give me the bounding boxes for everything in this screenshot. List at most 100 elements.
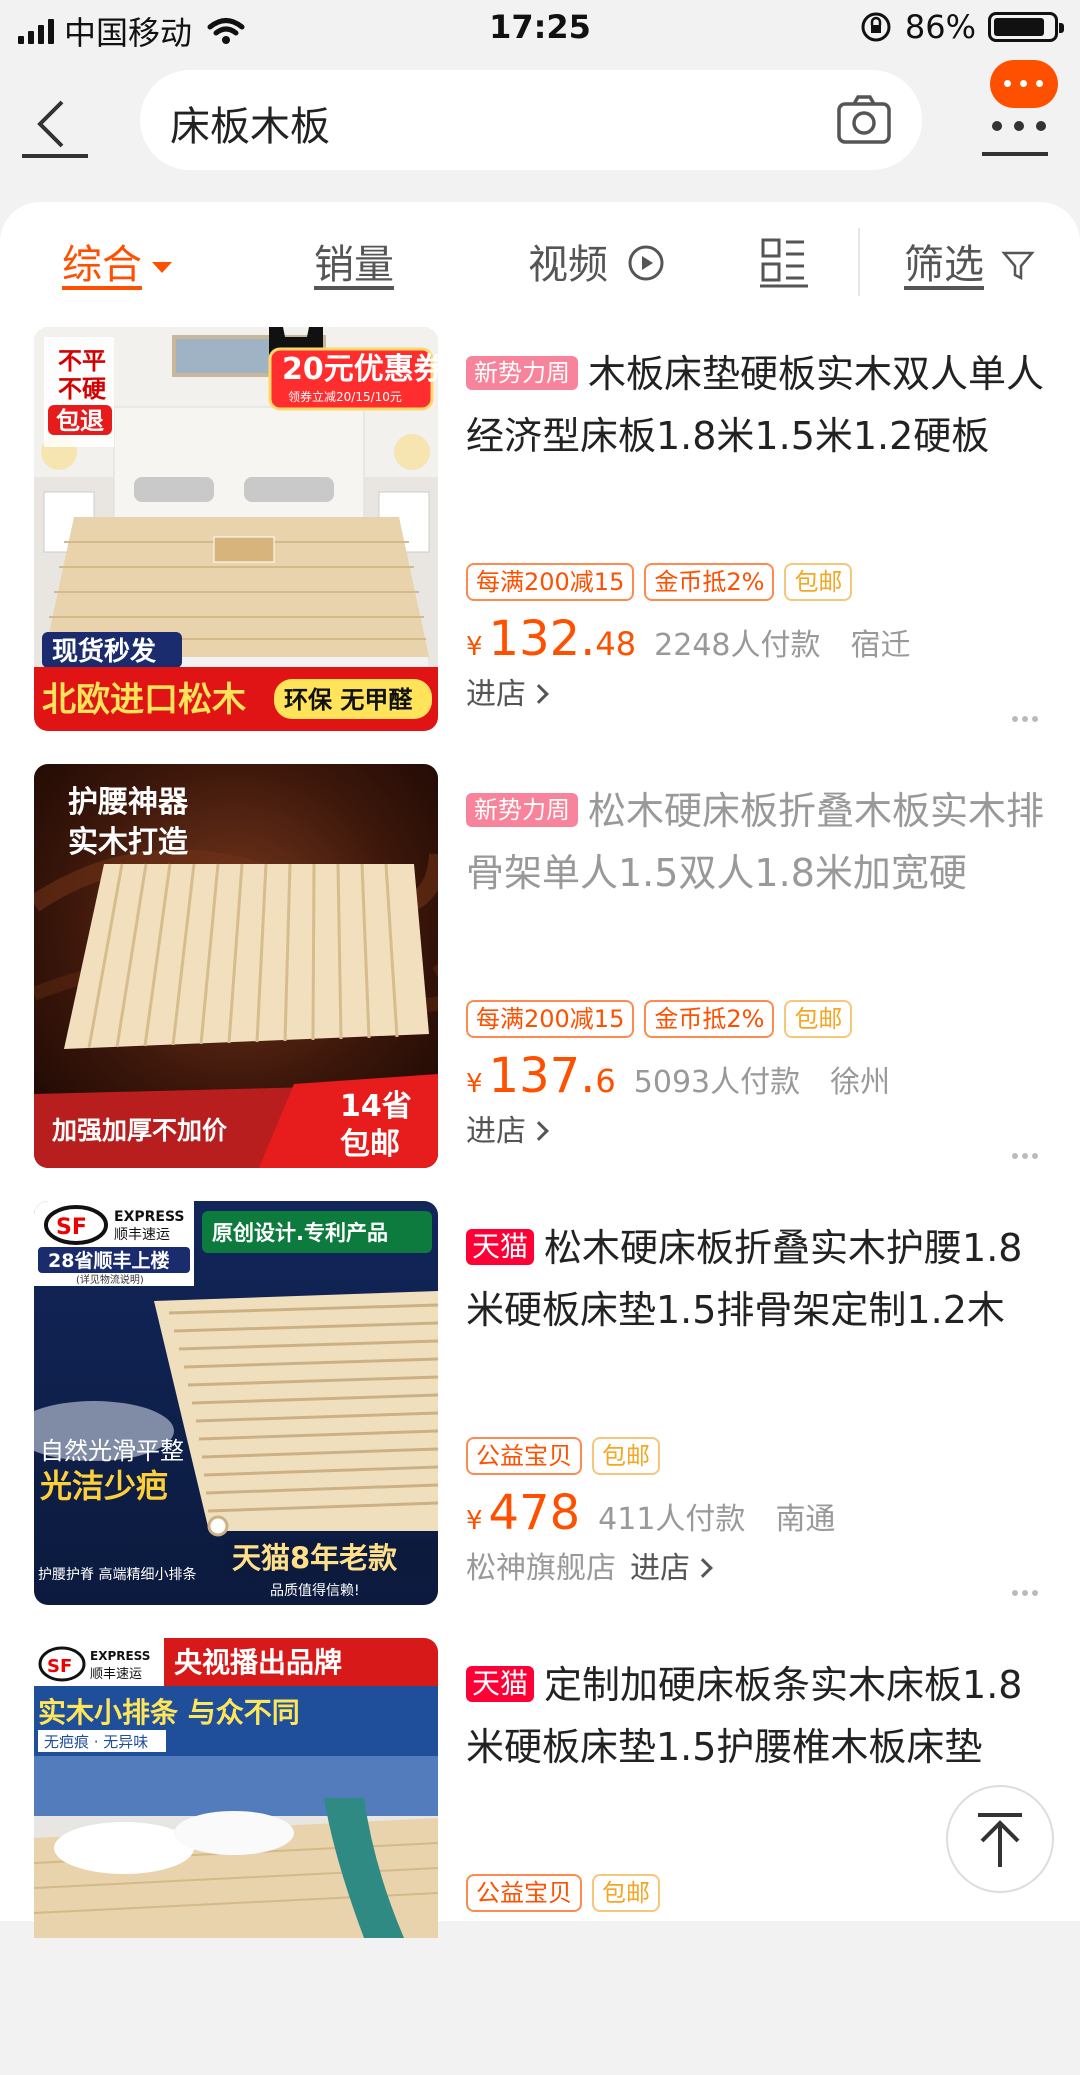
mid-text-1: 自然光滑平整 bbox=[40, 1437, 184, 1465]
currency-symbol: ¥ bbox=[466, 1506, 483, 1536]
more-options-icon[interactable] bbox=[1008, 1581, 1038, 1600]
price-decimal: 48 bbox=[595, 625, 637, 663]
price-integer: 478 bbox=[488, 1485, 581, 1541]
location: 宿迁 bbox=[850, 628, 911, 663]
coupon-sub: 领券立减20/15/10元 bbox=[288, 389, 402, 404]
camera-icon[interactable] bbox=[836, 92, 892, 148]
sort-tabs: 综合 销量 视频 筛选 bbox=[0, 202, 1080, 322]
promo-tag: 金币抵2% bbox=[644, 563, 775, 601]
sf-cn: 顺丰速运 bbox=[114, 1227, 170, 1243]
badge-text-1: 不平 bbox=[58, 347, 106, 375]
sf-logo: SF bbox=[47, 1656, 72, 1677]
shop-link[interactable]: 进店 bbox=[466, 1106, 549, 1150]
product-card[interactable]: SF EXPRESS 顺丰速运 央视播出品牌 实木小排条 与众不同 无疤痕 · … bbox=[0, 1638, 1080, 2075]
orientation-lock-icon bbox=[861, 12, 891, 42]
price-integer: 132. bbox=[488, 611, 596, 667]
chevron-right-icon bbox=[529, 1121, 549, 1141]
sf-express: EXPRESS bbox=[90, 1649, 150, 1663]
bottom-banner: 北欧进口松木 bbox=[42, 680, 246, 720]
sf-express: EXPRESS bbox=[114, 1209, 185, 1225]
badge-text-2: 不硬 bbox=[58, 375, 107, 403]
headline-2: 实木打造 bbox=[68, 825, 188, 860]
product-card[interactable]: SF EXPRESS 顺丰速运 28省顺丰上楼 (详见物流说明) 原创设计.专利… bbox=[0, 1201, 1080, 1638]
more-options-icon[interactable] bbox=[1008, 707, 1038, 726]
sold-count: 411人付款 bbox=[598, 1502, 746, 1537]
message-badge bbox=[990, 60, 1058, 108]
search-query[interactable]: 床板木板 bbox=[170, 94, 330, 152]
product-title[interactable]: 新势力周 松木硬床板折叠木板实木排骨架单人1.5双人1.8米加宽硬 bbox=[466, 780, 1056, 904]
blue-banner: 实木小排条 与众不同 bbox=[38, 1696, 300, 1729]
results-panel: 综合 销量 视频 筛选 20元优惠券 领券立减20/15/10元 不平 不硬 包… bbox=[0, 202, 1080, 1938]
sold-count: 5093人付款 bbox=[633, 1065, 801, 1100]
corner-text-2: 包邮 bbox=[340, 1127, 400, 1162]
status-bar: 中国移动 17:25 86% bbox=[0, 0, 1080, 60]
promo-tag: 每满200减15 bbox=[466, 563, 635, 601]
free-shipping-tag: 包邮 bbox=[784, 563, 853, 601]
headline-1: 护腰神器 bbox=[68, 785, 189, 820]
to-top-arrow-icon bbox=[978, 1813, 1022, 1867]
red-banner: 央视播出品牌 bbox=[174, 1646, 342, 1679]
search-bar[interactable]: 床板木板 bbox=[140, 70, 922, 170]
more-menu-button[interactable] bbox=[978, 60, 1058, 160]
product-title[interactable]: 天猫 松木硬床板折叠实木护腰1.8米硬板床垫1.5排骨架定制1.2木 bbox=[466, 1217, 1056, 1341]
mid-text-2: 光洁少疤 bbox=[40, 1467, 168, 1505]
chevron-right-icon bbox=[529, 684, 549, 704]
back-arrow-icon[interactable] bbox=[18, 88, 93, 163]
tab-filter[interactable]: 筛选 bbox=[904, 232, 1035, 290]
play-circle-icon bbox=[628, 245, 664, 281]
sf-note: (详见物流说明) bbox=[76, 1273, 144, 1286]
sf-logo: SF bbox=[56, 1215, 87, 1240]
product-image[interactable]: 20元优惠券 领券立减20/15/10元 不平 不硬 包退 现货秒发 北欧进口松… bbox=[34, 327, 438, 731]
top-right-banner: 原创设计.专利产品 bbox=[212, 1221, 388, 1245]
stock-badge: 现货秒发 bbox=[52, 636, 156, 667]
currency-symbol: ¥ bbox=[466, 632, 483, 662]
back-to-top-button[interactable] bbox=[946, 1785, 1054, 1893]
corner-text-1: 14省 bbox=[340, 1089, 412, 1124]
shop-link[interactable]: 进店 bbox=[466, 669, 549, 713]
bottom-left: 护腰护脊 高端精细小排条 bbox=[38, 1566, 196, 1583]
charity-tag: 公益宝贝 bbox=[466, 1874, 582, 1912]
sub-banner: 无疤痕 · 无异味 bbox=[44, 1733, 148, 1751]
free-shipping-tag: 包邮 bbox=[592, 1874, 660, 1912]
new-trend-tag: 新势力周 bbox=[466, 792, 578, 827]
location: 徐州 bbox=[830, 1065, 891, 1100]
promo-tags: 每满200减15 金币抵2% 包邮 bbox=[466, 1000, 853, 1038]
shop-name: 松神旗舰店 bbox=[466, 1551, 616, 1586]
location: 南通 bbox=[775, 1502, 836, 1537]
promo-tag: 金币抵2% bbox=[644, 1000, 775, 1038]
promo-tags: 公益宝贝 包邮 bbox=[466, 1874, 660, 1912]
product-title[interactable]: 天猫 定制加硬床板条实木床板1.8米硬板床垫1.5护腰椎木板床垫 bbox=[466, 1654, 1056, 1778]
price-integer: 137. bbox=[488, 1048, 596, 1104]
product-card[interactable]: 护腰神器 实木打造 加强加厚不加价 14省 包邮 新势力周 松木硬床板折叠木板实… bbox=[0, 764, 1080, 1201]
promo-tags: 每满200减15 金币抵2% 包邮 bbox=[466, 563, 853, 601]
battery-icon bbox=[988, 12, 1064, 42]
list-grid-icon[interactable] bbox=[760, 236, 808, 288]
promo-tag: 每满200减15 bbox=[466, 1000, 635, 1038]
sold-count: 2248人付款 bbox=[654, 628, 821, 663]
product-card[interactable]: 20元优惠券 领券立减20/15/10元 不平 不硬 包退 现货秒发 北欧进口松… bbox=[0, 327, 1080, 764]
more-dots-icon bbox=[992, 116, 1058, 135]
battery-percent: 86% bbox=[904, 8, 976, 46]
more-options-icon[interactable] bbox=[1008, 1144, 1038, 1163]
bottom-tag: 天猫8年老款 bbox=[232, 1541, 398, 1575]
new-trend-tag: 新势力周 bbox=[466, 355, 578, 390]
free-shipping-tag: 包邮 bbox=[592, 1437, 660, 1475]
shop-link[interactable]: 松神旗舰店 进店 bbox=[466, 1543, 713, 1587]
bottom-small: 品质值得信赖! bbox=[270, 1582, 360, 1599]
product-image[interactable]: 护腰神器 实木打造 加强加厚不加价 14省 包邮 bbox=[34, 764, 438, 1168]
filter-funnel-icon bbox=[1001, 251, 1035, 281]
tmall-tag: 天猫 bbox=[466, 1665, 535, 1702]
dropdown-triangle-icon bbox=[152, 261, 172, 273]
bottom-banner: 加强加厚不加价 bbox=[51, 1116, 228, 1145]
free-shipping-tag: 包邮 bbox=[784, 1000, 853, 1038]
tab-sales[interactable]: 销量 bbox=[314, 232, 394, 290]
price-decimal: 6 bbox=[595, 1062, 616, 1100]
product-title[interactable]: 新势力周 木板床垫硬板实木双人单人经济型床板1.8米1.5米1.2硬板 bbox=[466, 343, 1056, 467]
coupon-main: 20元优惠券 bbox=[282, 352, 438, 387]
chevron-right-icon bbox=[693, 1558, 713, 1578]
tab-comprehensive[interactable]: 综合 bbox=[62, 232, 172, 290]
product-image[interactable]: SF EXPRESS 顺丰速运 央视播出品牌 实木小排条 与众不同 无疤痕 · … bbox=[34, 1638, 438, 1938]
tab-video[interactable]: 视频 bbox=[528, 232, 665, 290]
product-image[interactable]: SF EXPRESS 顺丰速运 28省顺丰上楼 (详见物流说明) 原创设计.专利… bbox=[34, 1201, 438, 1605]
currency-symbol: ¥ bbox=[466, 1069, 483, 1099]
